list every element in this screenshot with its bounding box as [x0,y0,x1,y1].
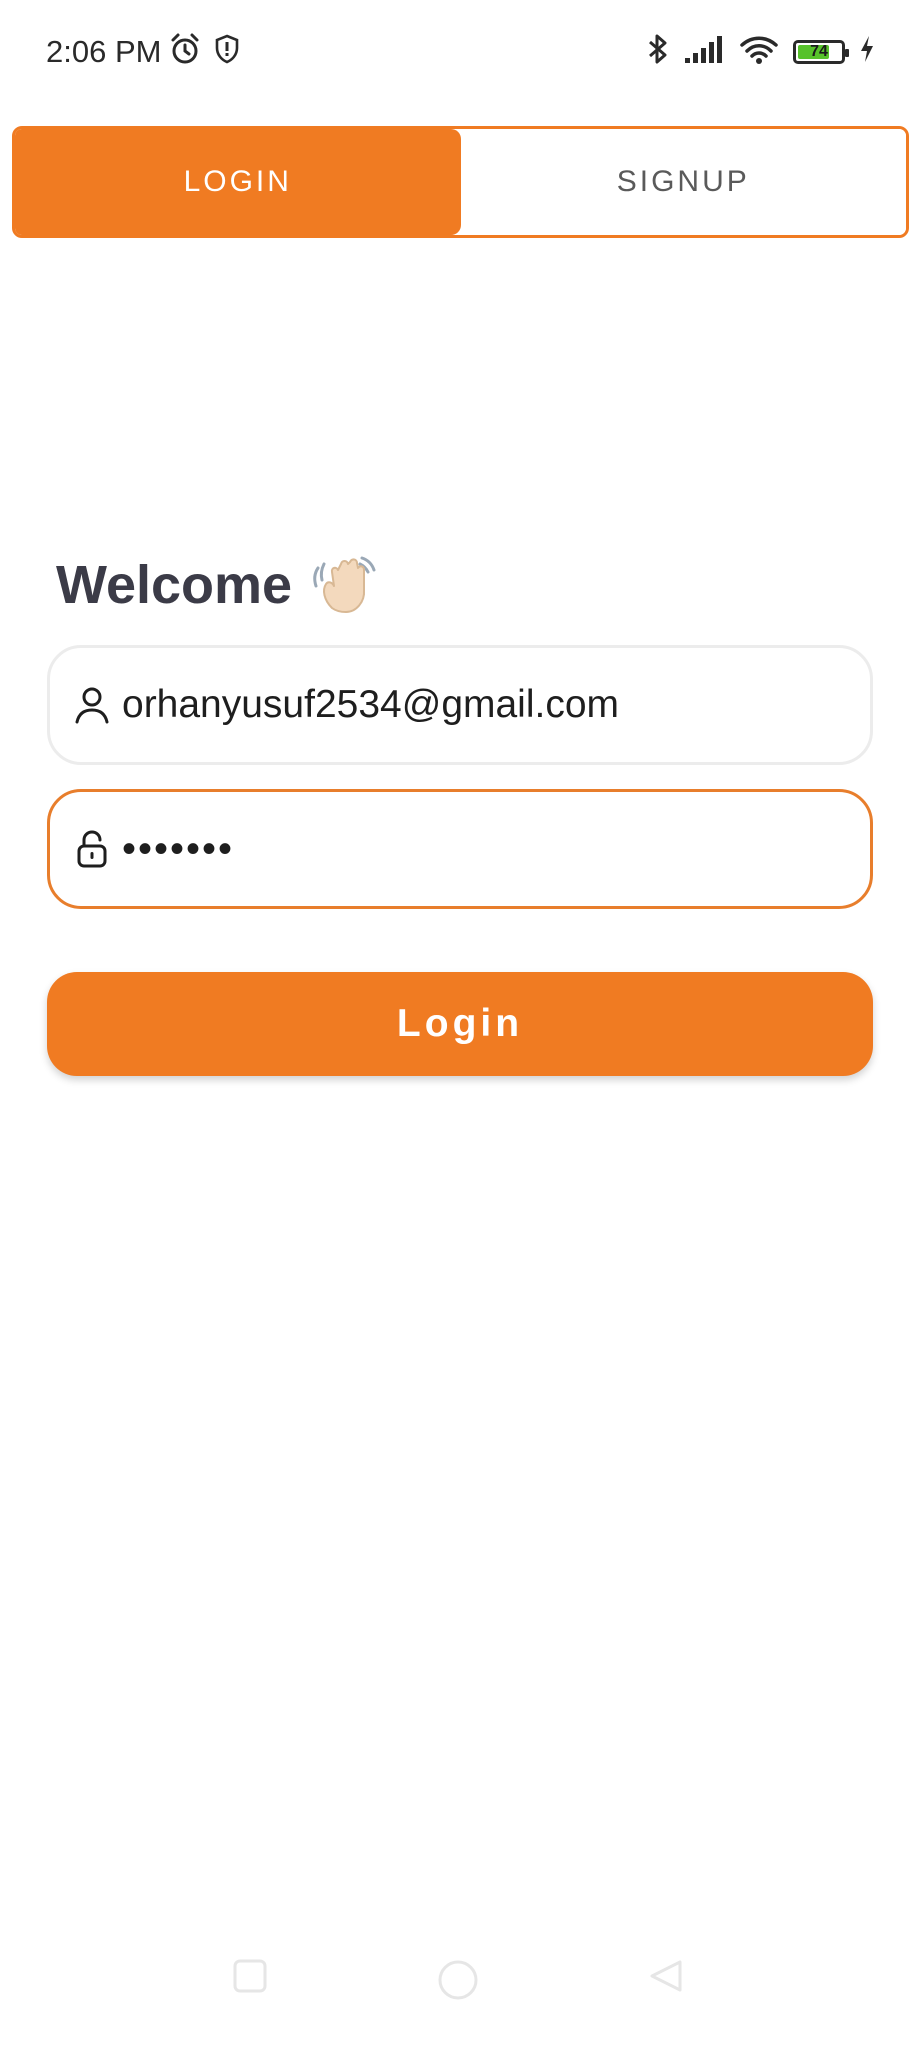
status-right-icons: 74 [647,32,875,71]
user-icon [72,683,112,727]
charging-icon [859,35,875,68]
status-left-icons [168,32,240,71]
password-field[interactable] [47,789,873,909]
login-button[interactable]: Login [47,972,873,1076]
alarm-icon [168,32,202,71]
navigation-bar [0,1938,921,2048]
lock-icon [72,827,112,871]
signal-icon [683,34,725,69]
password-input[interactable] [122,826,862,872]
tab-signup[interactable]: SIGNUP [460,129,906,235]
shield-icon [214,34,240,69]
welcome-title: Welcome [56,555,293,615]
tab-login[interactable]: LOGIN [15,129,461,235]
auth-tabs: LOGIN SIGNUP [12,126,909,238]
recent-apps-icon[interactable] [232,1958,268,1999]
wifi-icon [739,33,779,70]
status-time: 2:06 PM [46,34,162,69]
welcome-header: Welcome [56,550,380,620]
back-icon[interactable] [648,1958,684,1999]
battery-icon: 74 [793,39,849,64]
email-field[interactable] [47,645,873,765]
status-bar: 2:06 PM 74 [0,0,921,105]
bluetooth-icon [647,32,669,71]
waving-hand-icon [310,550,380,620]
battery-level: 74 [810,42,828,60]
home-icon[interactable] [436,1958,480,2007]
email-input[interactable] [122,683,862,727]
